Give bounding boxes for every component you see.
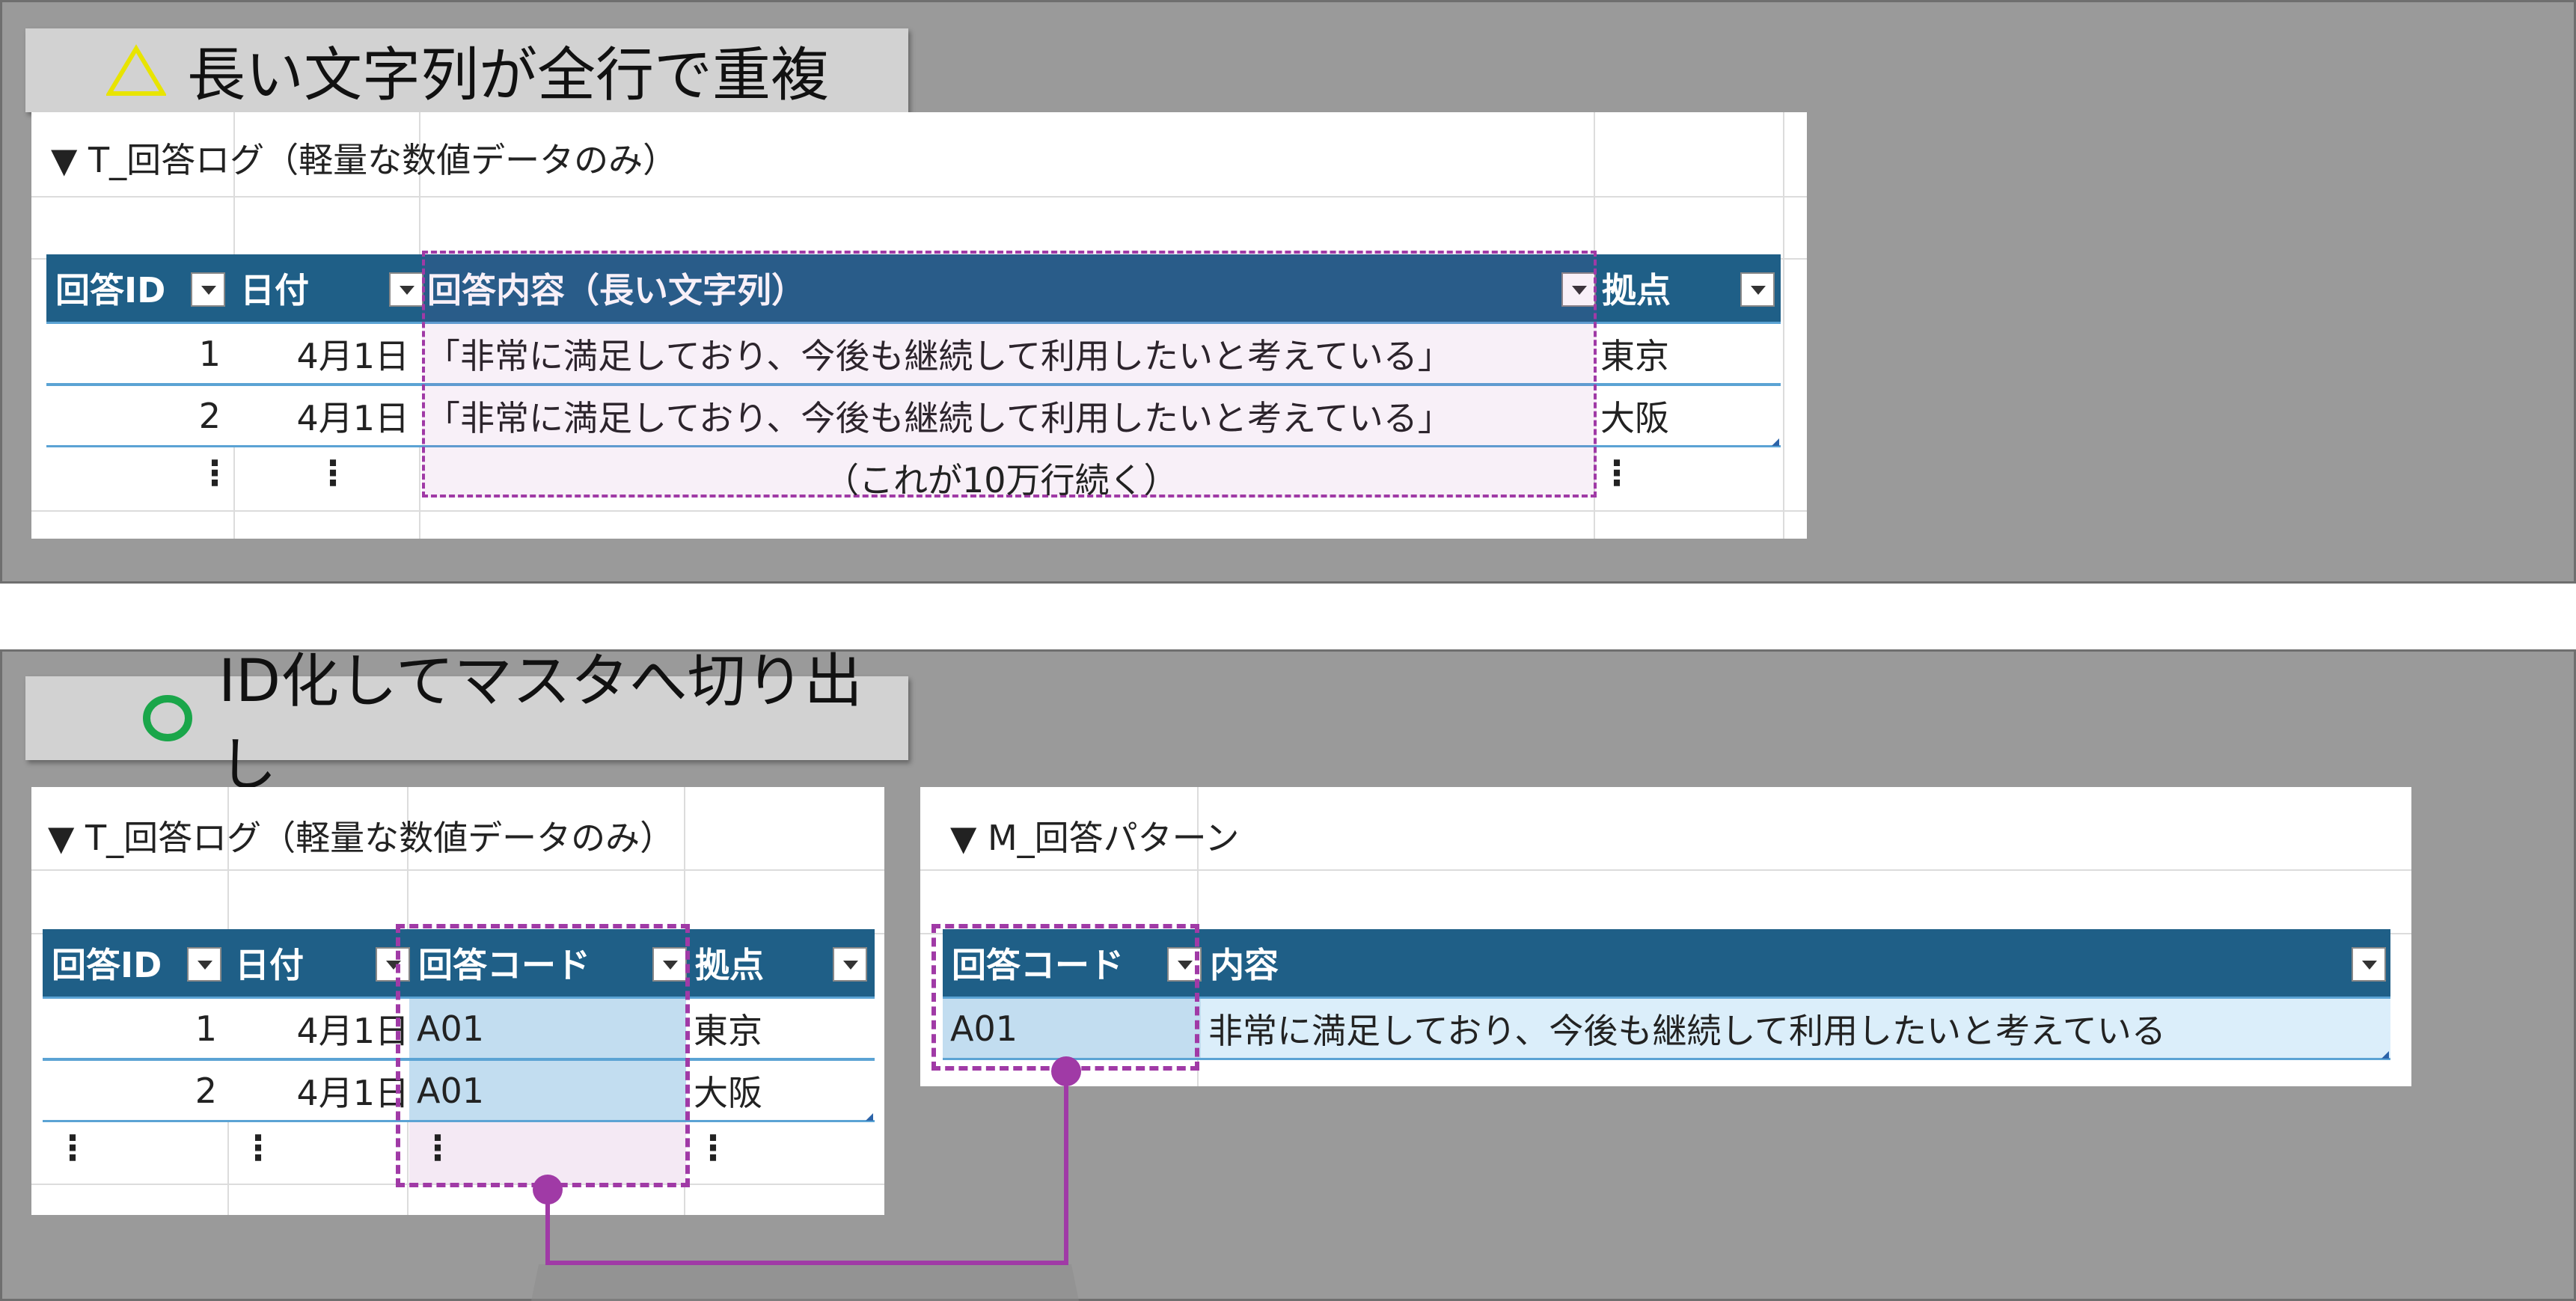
ok-circle-icon xyxy=(138,692,198,744)
cell-location[interactable]: 大阪 xyxy=(1593,386,1780,445)
table-resize-handle[interactable] xyxy=(866,1113,873,1121)
filter-dropdown-icon[interactable] xyxy=(187,947,221,982)
top-badge: 長い文字列が全行で重複 xyxy=(25,28,908,112)
cell-response-id[interactable]: 2 xyxy=(43,1061,226,1120)
top-sheet-title: ▼ T_回答ログ（軽量な数値データのみ） xyxy=(51,140,678,180)
continuation-note: （これが10万行続く） xyxy=(824,460,1178,500)
table-resize-handle[interactable] xyxy=(1772,438,1779,446)
cell-response-id[interactable]: 2 xyxy=(46,386,230,445)
filter-dropdown-icon[interactable] xyxy=(2352,947,2386,982)
filter-dropdown-icon[interactable] xyxy=(1740,272,1775,307)
top-badge-label: 長い文字列が全行で重複 xyxy=(187,42,830,109)
master-sheet-title: ▼ M_回答パターン xyxy=(950,818,1240,858)
log-sheet: ▼ T_回答ログ（軽量な数値データのみ） 回答ID 日付 回答コード 拠点 1 … xyxy=(31,787,884,1215)
filter-dropdown-icon[interactable] xyxy=(191,272,225,307)
cell-location[interactable]: 東京 xyxy=(1593,324,1780,383)
ellipsis-date: ⋮ xyxy=(316,453,350,493)
ellipsis-location: ⋮ xyxy=(696,1127,730,1168)
cell-response-id[interactable]: 1 xyxy=(46,324,230,383)
bottom-badge-label: ID化してマスタへ切り出し xyxy=(218,648,863,799)
ellipsis-location: ⋮ xyxy=(1600,453,1634,493)
top-sheet: ▼ T_回答ログ（軽量な数値データのみ） 回答ID 日付 回答内容（長い文字列）… xyxy=(31,112,1807,539)
response-code-highlight xyxy=(396,924,690,1187)
filter-dropdown-icon[interactable] xyxy=(833,947,867,982)
column-header-content[interactable]: 内容 xyxy=(1201,929,2390,997)
bottom-badge: ID化してマスタへ切り出し xyxy=(25,648,908,799)
ellipsis-date: ⋮ xyxy=(241,1127,275,1168)
master-code-highlight xyxy=(931,924,1199,1071)
cell-location[interactable]: 大阪 xyxy=(686,1061,875,1120)
ellipsis-response-id: ⋮ xyxy=(198,453,232,493)
log-sheet-title: ▼ T_回答ログ（軽量な数値データのみ） xyxy=(48,818,675,858)
table-resize-handle[interactable] xyxy=(2381,1051,2389,1059)
cell-date[interactable]: 4月1日 xyxy=(231,324,418,383)
cell-content[interactable]: 非常に満足しており、今後も継続して利用したいと考えている xyxy=(1201,999,2390,1058)
ellipsis-response-id: ⋮ xyxy=(55,1127,90,1168)
warning-triangle-icon xyxy=(106,44,166,97)
cell-date[interactable]: 4月1日 xyxy=(226,999,409,1058)
master-sheet: ▼ M_回答パターン 回答コード 内容 A01 非常に満足しており、今後も継続し… xyxy=(920,787,2411,1086)
cell-date[interactable]: 4月1日 xyxy=(231,386,418,445)
cell-response-id[interactable]: 1 xyxy=(43,999,226,1058)
cell-location[interactable]: 東京 xyxy=(686,999,875,1058)
cell-date[interactable]: 4月1日 xyxy=(226,1061,409,1120)
